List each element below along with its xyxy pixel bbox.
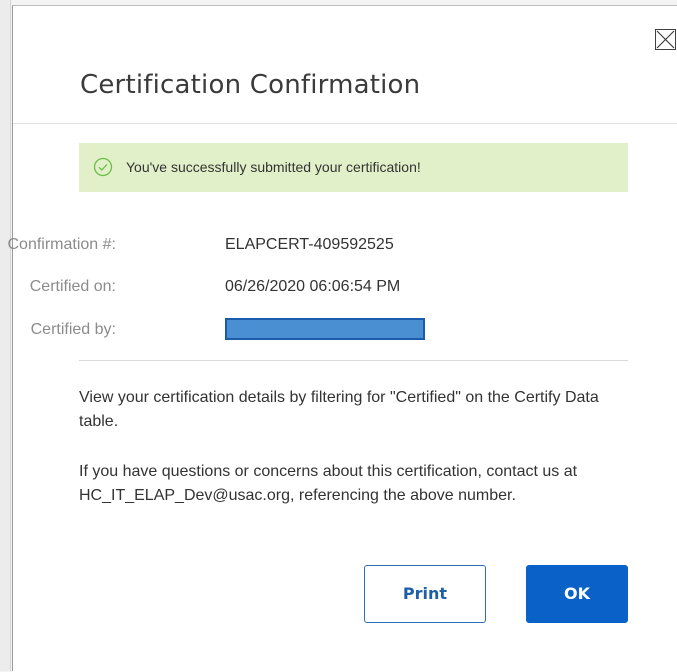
close-button[interactable]	[655, 29, 676, 50]
dialog-title: Certification Confirmation	[80, 70, 421, 100]
page-background: Certification Confirmation You've succes…	[0, 0, 677, 672]
check-circle-icon	[93, 157, 113, 177]
success-banner: You've successfully submitted your certi…	[79, 143, 628, 192]
background-page-edge	[0, 0, 11, 671]
certified-on-label: Certified on:	[29, 278, 116, 295]
dialog-header: Certification Confirmation	[13, 6, 677, 124]
confirmation-number-label: Confirmation #:	[7, 236, 117, 253]
certification-confirmation-dialog: Certification Confirmation You've succes…	[8, 5, 677, 672]
certified-by-redacted-value	[225, 318, 425, 340]
ok-button[interactable]: OK	[526, 565, 628, 623]
details-divider	[79, 360, 628, 361]
view-details-instructions: View your certification details by filte…	[79, 389, 599, 430]
certified-by-label: Certified by:	[30, 321, 116, 338]
certified-on-value: 06/26/2020 06:06:54 PM	[225, 278, 401, 295]
certified-by-row: Certified by:	[13, 318, 573, 341]
print-button[interactable]: Print	[364, 565, 486, 623]
close-icon	[656, 30, 675, 49]
confirmation-number-value: ELAPCERT-409592525	[225, 236, 394, 253]
certified-on-row: Certified on: 06/26/2020 06:06:54 PM	[13, 278, 573, 298]
dialog-body: You've successfully submitted your certi…	[8, 124, 677, 672]
success-message: You've successfully submitted your certi…	[126, 159, 421, 175]
confirmation-number-row: Confirmation #: ELAPCERT-409592525	[8, 236, 573, 256]
contact-information: If you have questions or concerns about …	[79, 463, 578, 504]
